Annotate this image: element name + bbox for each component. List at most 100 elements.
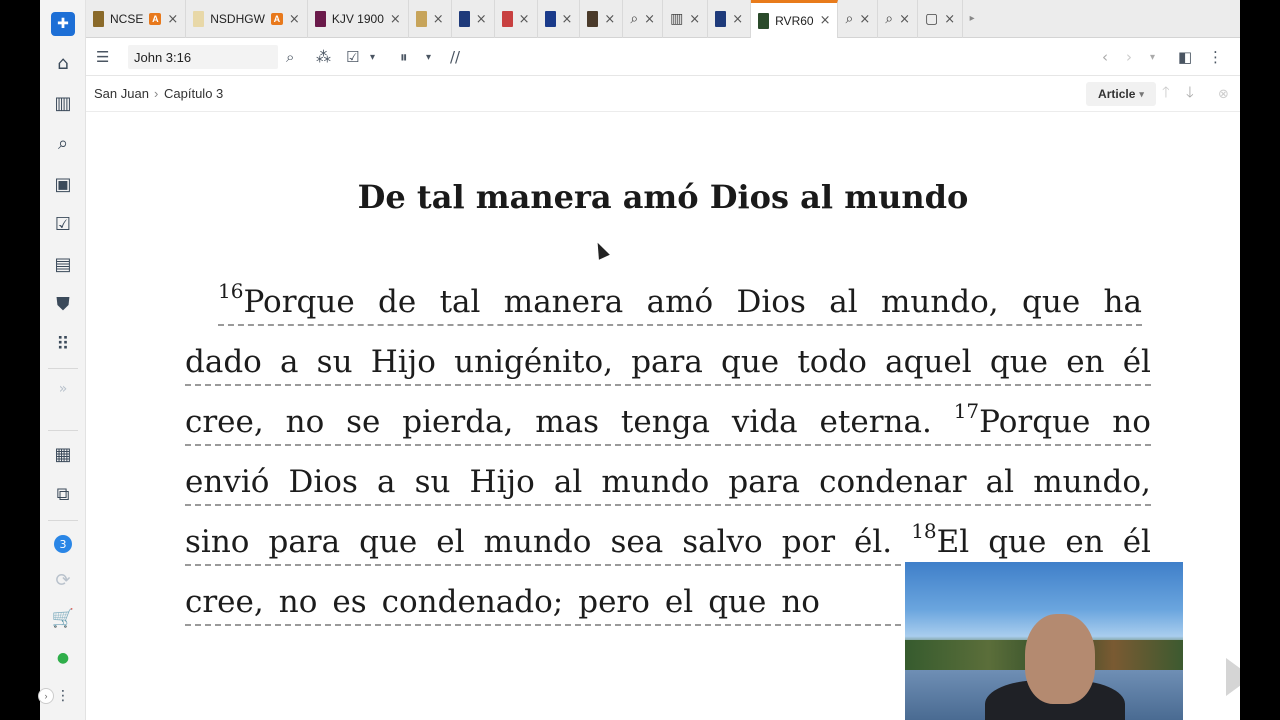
verse-word[interactable]: él [1123,344,1151,380]
verse-word[interactable]: envió [185,464,269,500]
verse-word[interactable]: ha [1104,284,1142,320]
tab-2[interactable]: KJV 1900 × [308,0,409,38]
notifications-badge[interactable]: 3 [54,535,72,553]
verse-word[interactable]: tenga [621,404,710,440]
tab-11[interactable]: RVR60 × [751,0,839,38]
verse-word[interactable]: no [781,584,820,620]
checklist-icon[interactable]: ☑ [50,211,76,237]
library-icon[interactable]: ▥ [50,90,76,116]
verse-word[interactable]: a [377,464,395,500]
verse-word[interactable]: que [721,344,779,380]
verse-number[interactable]: 16 [218,279,243,303]
home-icon[interactable]: ⌂ [50,50,76,76]
verse-word[interactable]: no [286,404,325,440]
verse-word[interactable]: condenar [819,464,966,500]
expand-icon[interactable]: » [50,376,76,402]
verse-word[interactable]: aquel [885,344,972,380]
verse-word[interactable]: al [829,284,857,320]
verse-word[interactable]: 16Porque [218,279,355,320]
next-icon[interactable]: 🡓 [1186,83,1194,104]
verse-word[interactable]: en [1065,524,1103,560]
verse-word[interactable]: Dios [289,464,358,500]
panel-menu-icon[interactable]: ⋮ [1208,47,1223,67]
verse-word[interactable]: al [554,464,582,500]
verse-word[interactable]: pierda, [402,404,513,440]
bible-icon[interactable]: ▣ [50,171,76,197]
verse-number[interactable]: 17 [954,399,979,423]
tab-13[interactable]: ⌕ × [878,0,918,38]
tab-1[interactable]: NSDHGW A × [186,0,308,38]
verse-word[interactable]: mundo [601,464,709,500]
close-tab-icon[interactable]: × [944,12,955,27]
verse-word[interactable]: cree, [185,404,264,440]
verse-word[interactable]: cree, [185,584,264,620]
close-tab-icon[interactable]: × [562,12,573,27]
verse-word[interactable]: que [359,524,417,560]
verse-word[interactable]: Dios [737,284,806,320]
verse-word[interactable]: que [988,524,1046,560]
verse-word[interactable]: su [415,464,451,500]
verse-word[interactable]: mundo, [881,284,999,320]
verse-word[interactable]: a [280,344,298,380]
breadcrumb-chapter[interactable]: Capítulo 3 [164,86,223,101]
history-dropdown-icon[interactable]: ▾ [1150,47,1155,67]
close-tab-icon[interactable]: × [390,12,401,27]
verse-word[interactable]: 17Porque [954,399,1091,440]
verse-word[interactable]: es [332,584,366,620]
verse-word[interactable]: se [346,404,380,440]
verse-word[interactable]: mundo [484,524,592,560]
verse-word[interactable]: pero [578,584,650,620]
close-tab-icon[interactable]: × [859,12,870,27]
close-tab-icon[interactable]: × [519,12,530,27]
tab-14[interactable]: ▢ × [918,0,964,38]
verse-word[interactable]: él [1123,524,1151,560]
verse-word[interactable]: Hijo [371,344,436,380]
close-tab-icon[interactable]: × [289,12,300,27]
verse-word[interactable]: que [990,344,1048,380]
verse-word[interactable]: no [279,584,318,620]
tab-10[interactable]: × [708,0,752,38]
verse-word[interactable]: el [665,584,693,620]
tab-12[interactable]: ⌕ × [838,0,879,38]
back-icon[interactable]: ‹ [1102,47,1108,67]
panel-layout-icon[interactable]: ◧ [1178,47,1192,67]
verse-word[interactable]: de [378,284,416,320]
close-tab-icon[interactable]: × [899,12,910,27]
verse-word[interactable]: su [317,344,353,380]
tab-overflow-icon[interactable]: ▸ [963,0,981,37]
tab-4[interactable]: × [452,0,495,38]
view-mode-button[interactable]: Article ▾ [1086,82,1156,106]
forward-icon[interactable]: › [1126,47,1132,67]
verse-word[interactable]: no [1112,404,1151,440]
verse-word[interactable]: por [782,524,835,560]
close-tab-icon[interactable]: × [644,12,655,27]
verse-number[interactable]: 18 [911,519,936,543]
verse-word[interactable]: que [708,584,766,620]
cart-icon[interactable]: 🛒 [50,605,76,631]
parallel-icon[interactable]: ⏸ [400,47,408,67]
verse-word[interactable]: sea [610,524,663,560]
tab-8[interactable]: ⌕ × [623,0,664,38]
verse-word[interactable]: él. [854,524,892,560]
menu-icon[interactable]: ☰ [96,47,109,67]
close-tab-icon[interactable]: × [433,12,444,27]
verse-word[interactable]: manera [504,284,624,320]
verse-word[interactable]: salvo [682,524,762,560]
close-tab-icon[interactable]: × [820,13,831,28]
tab-3[interactable]: × [409,0,452,38]
verse-word[interactable]: Hijo [470,464,535,500]
verse-word[interactable]: condenado; [382,584,564,620]
collapse-sidebar-button[interactable]: › [38,688,54,704]
tab-0[interactable]: NCSE A × [86,0,187,38]
close-tab-icon[interactable]: × [167,12,178,27]
tab-7[interactable]: × [580,0,624,38]
tab-9[interactable]: ▥ × [663,0,709,38]
verse-word[interactable]: el [436,524,464,560]
verse-word[interactable]: amó [647,284,714,320]
close-tab-icon[interactable]: × [689,12,700,27]
parallel-dropdown-icon[interactable]: ▾ [426,47,431,67]
parallel-resources-icon[interactable]: // [450,47,460,67]
verse-word[interactable]: sino [185,524,249,560]
app-logo-icon[interactable]: ✚ [51,12,75,36]
verse-word[interactable]: 18El [911,519,969,560]
